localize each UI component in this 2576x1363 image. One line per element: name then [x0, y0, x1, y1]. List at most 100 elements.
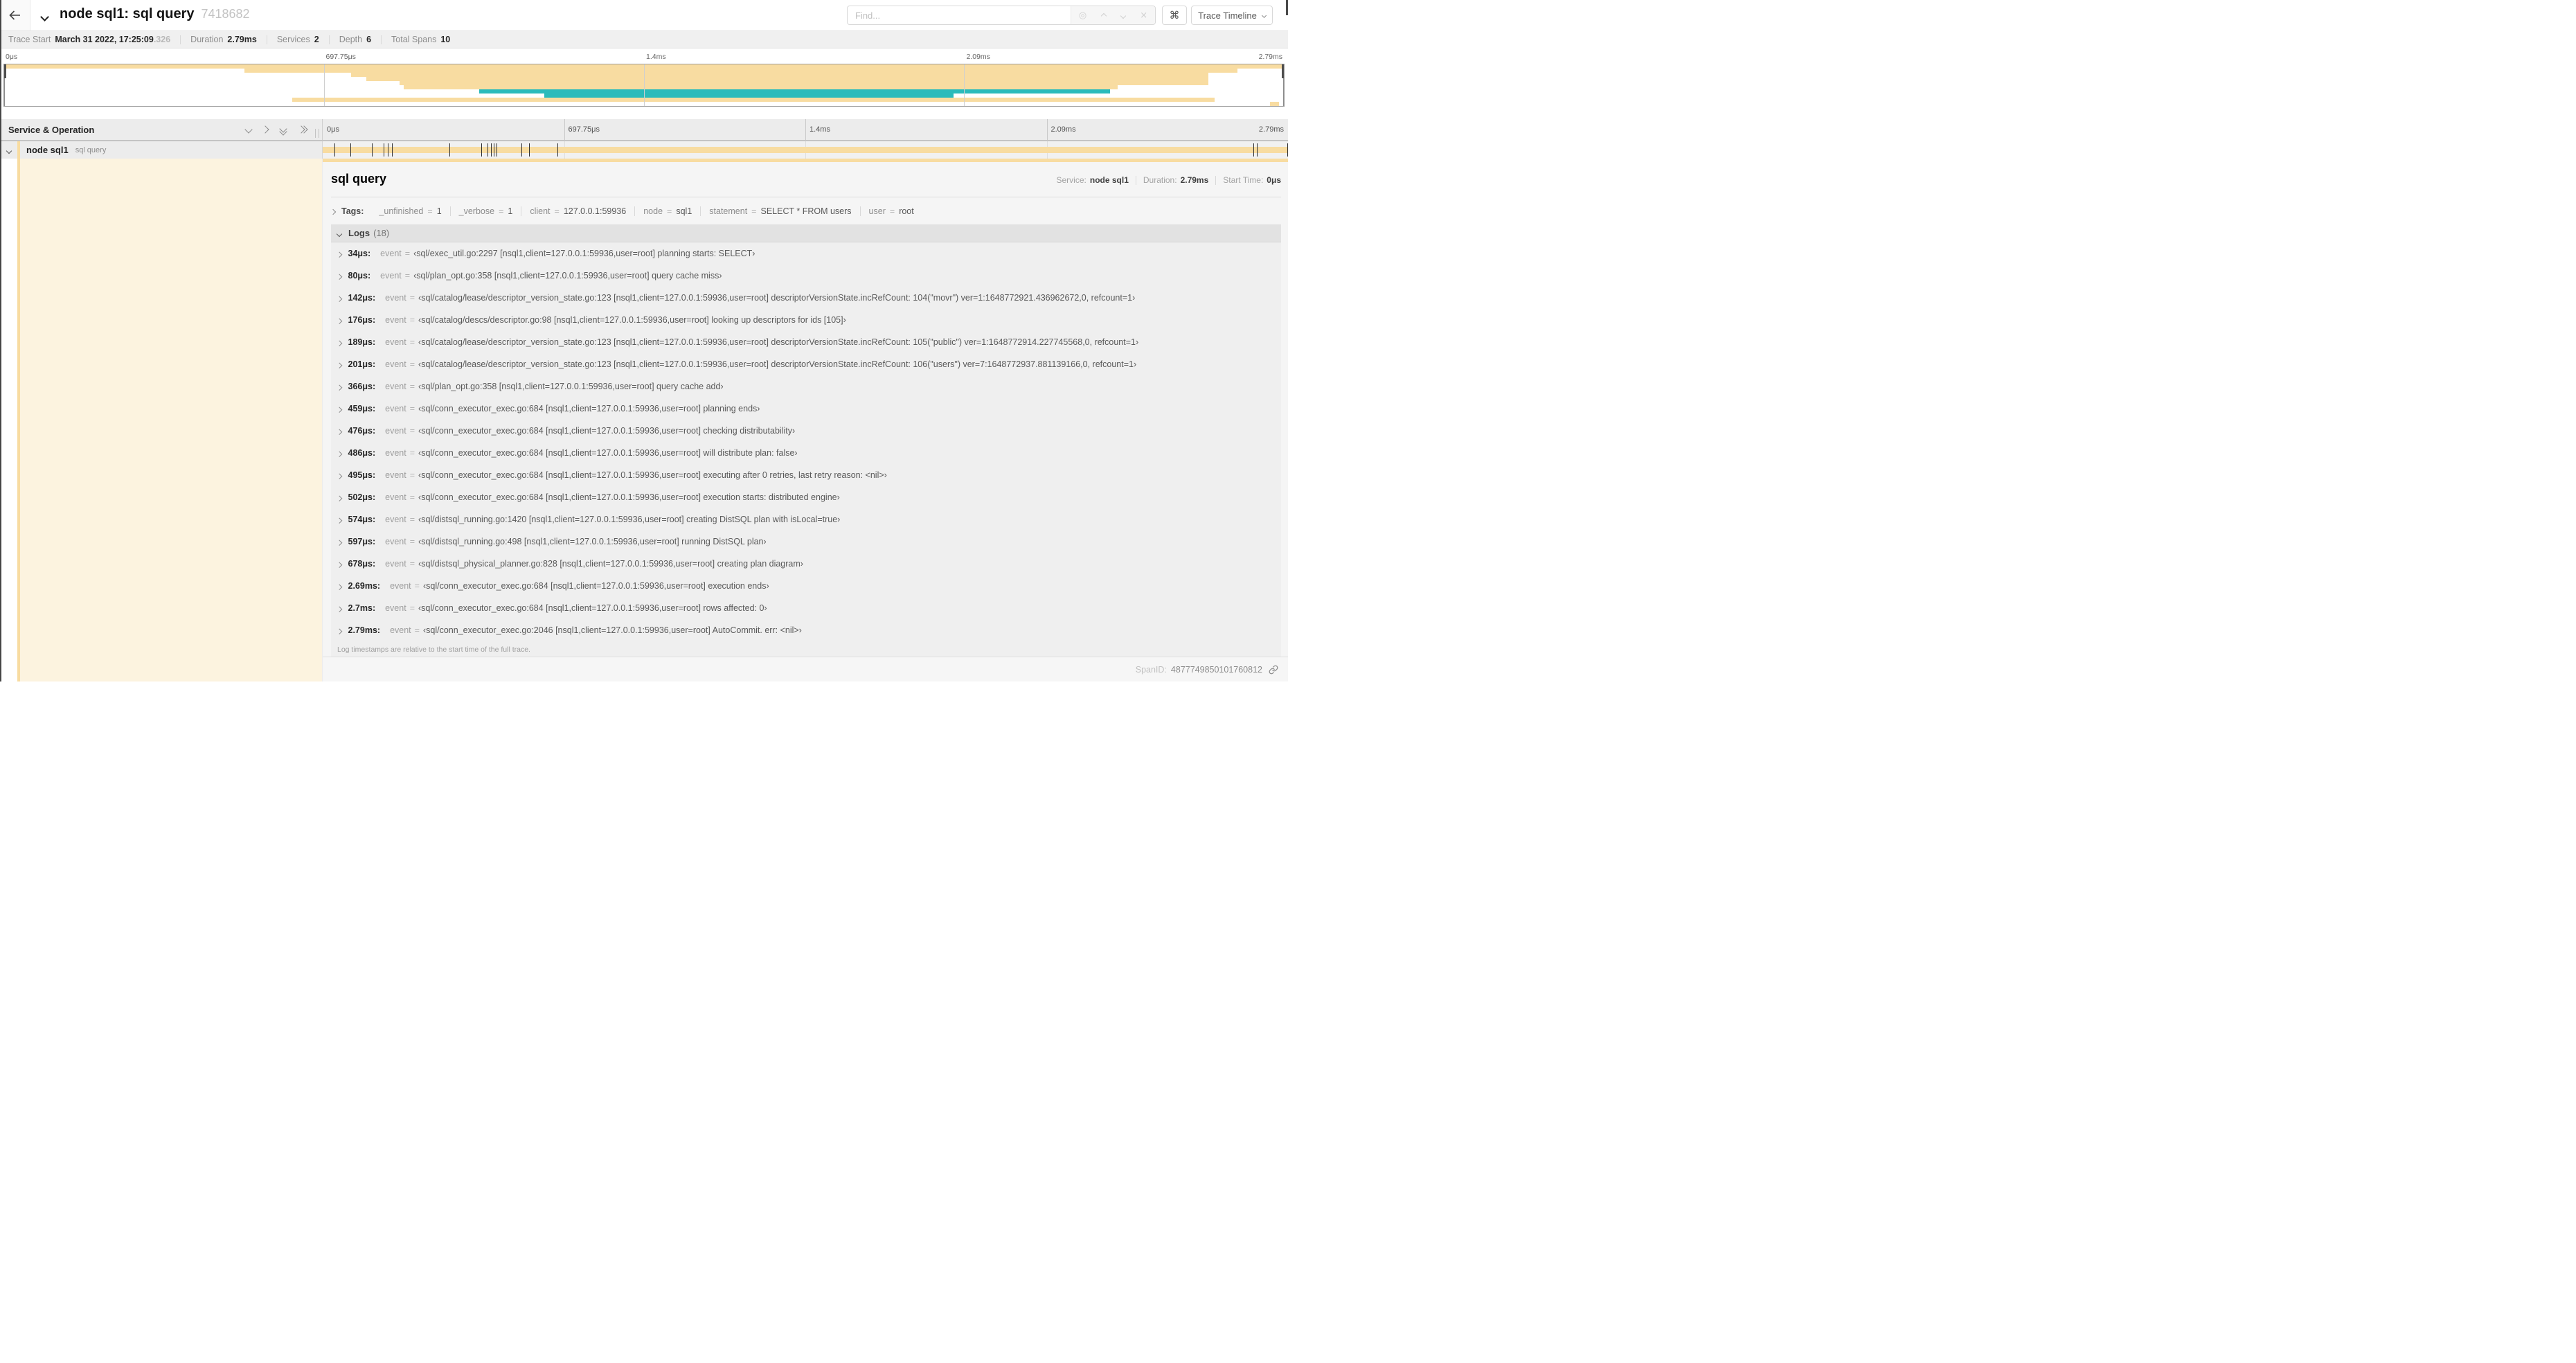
log-row[interactable]: 142μs: event = ‹sql/catalog/lease/descripto…: [331, 287, 1281, 309]
log-event-tick: [449, 143, 450, 157]
span-row-service-cell[interactable]: node sql1 sql query: [0, 141, 323, 159]
find-bar: ◎ ×: [847, 6, 1156, 25]
log-timestamp: 459μs:: [348, 404, 376, 413]
logs-accordion-header[interactable]: Logs (18): [331, 224, 1281, 242]
trace-view-selector[interactable]: Trace Timeline: [1191, 6, 1273, 25]
log-row[interactable]: 201μs: event = ‹sql/catalog/lease/descripto…: [331, 353, 1281, 375]
chevron-down-icon[interactable]: [244, 123, 253, 136]
keyboard-shortcuts-button[interactable]: ⌘: [1162, 6, 1187, 25]
divider: [328, 35, 330, 44]
stat-item: Total Spans 10: [391, 35, 450, 44]
equals-sign: =: [409, 603, 415, 613]
log-row[interactable]: 366μs: event = ‹sql/plan_opt.go:358 [nsql1,…: [331, 375, 1281, 398]
deep-link-icon[interactable]: [1269, 665, 1278, 675]
stat-label: Depth: [339, 35, 363, 44]
tag-item[interactable]: statement = SELECT * FROM users: [701, 206, 861, 216]
equals-sign: =: [414, 625, 420, 635]
equals-sign: =: [554, 206, 560, 216]
timeline-minimap[interactable]: [3, 64, 1285, 107]
equals-sign: =: [499, 206, 504, 216]
span-duration-bar[interactable]: [323, 147, 1288, 153]
prev-result-icon[interactable]: [1100, 9, 1107, 21]
tag-key: statement: [709, 206, 748, 216]
trace-collapse-chevron-icon[interactable]: [40, 11, 49, 24]
log-event-tick: [334, 143, 335, 157]
log-row[interactable]: 34μs: event = ‹sql/exec_util.go:2297 [nsql1…: [331, 242, 1281, 265]
meta-value: 0μs: [1267, 175, 1281, 185]
timeline-header-row: Service & Operation 0μs 697.75μs 1.4ms 2.09…: [0, 119, 1288, 141]
minimap-time-label: 2.09ms: [966, 53, 990, 61]
tag-key: _verbose: [458, 206, 495, 216]
log-row[interactable]: 189μs: event = ‹sql/catalog/lease/descripto…: [331, 331, 1281, 353]
log-row[interactable]: 597μs: event = ‹sql/distsql_running.go:498 …: [331, 531, 1281, 553]
log-row[interactable]: 678μs: event = ‹sql/distsql_physical_planne…: [331, 553, 1281, 575]
stat-value-fraction: .326: [153, 35, 171, 44]
log-field-key: event: [390, 581, 411, 591]
equals-sign: =: [409, 293, 415, 303]
service-operation-label: Service & Operation: [8, 124, 95, 135]
log-timestamp: 189μs:: [348, 337, 376, 347]
chevron-right-icon: [336, 359, 342, 369]
log-row[interactable]: 502μs: event = ‹sql/conn_executor_exec.go:6…: [331, 486, 1281, 508]
minimap-time-label: 2.79ms: [1258, 53, 1282, 61]
minimap-right-scrubber-handle[interactable]: [1282, 64, 1284, 78]
log-field-key: event: [390, 625, 411, 635]
window-left-edge: [0, 0, 1, 682]
span-detail-panel: sql query Service: node sql1 Duration: 2.79…: [323, 162, 1288, 682]
tag-item[interactable]: _verbose = 1: [451, 206, 522, 216]
log-row[interactable]: 574μs: event = ‹sql/distsql_running.go:1420…: [331, 508, 1281, 531]
back-button[interactable]: [0, 0, 30, 30]
log-field-key: event: [385, 515, 406, 524]
ruler-gridline: [805, 119, 806, 140]
chevron-down-icon[interactable]: [6, 144, 12, 157]
log-row[interactable]: 2.7ms: event = ‹sql/conn_executor_exec.go:6…: [331, 597, 1281, 619]
minimap-gridline: [644, 64, 645, 106]
tag-item[interactable]: _unfinished = 1: [370, 206, 451, 216]
chevron-right-icon[interactable]: [261, 123, 269, 136]
chevron-right-icon: [330, 206, 337, 216]
double-chevron-right-icon[interactable]: [297, 125, 308, 134]
log-timestamp: 34μs:: [348, 249, 371, 258]
chevron-right-icon: [336, 581, 342, 591]
log-row[interactable]: 476μs: event = ‹sql/conn_executor_exec.go:6…: [331, 420, 1281, 442]
log-row[interactable]: 2.69ms: event = ‹sql/conn_executor_exec.go:…: [331, 575, 1281, 597]
tag-item[interactable]: user = root: [861, 206, 922, 216]
chevron-right-icon: [336, 249, 342, 258]
stat-item: Trace Start March 31 2022, 17:25:09.326: [8, 35, 170, 44]
divider: [180, 35, 181, 44]
tags-label: Tags:: [341, 206, 364, 216]
chevron-right-icon: [336, 470, 342, 480]
logs-list: 34μs: event = ‹sql/exec_util.go:2297 [nsql1…: [331, 242, 1281, 659]
log-row[interactable]: 80μs: event = ‹sql/plan_opt.go:358 [nsql1,c…: [331, 265, 1281, 287]
minimap-left-scrubber-handle[interactable]: [4, 64, 6, 78]
chevron-right-icon: [336, 293, 342, 303]
log-row[interactable]: 2.79ms: event = ‹sql/conn_executor_exec.go:…: [331, 619, 1281, 641]
clear-find-icon[interactable]: ×: [1140, 11, 1147, 20]
log-field-key: event: [380, 249, 402, 258]
column-resizer-handle[interactable]: [315, 129, 319, 138]
equals-sign: =: [409, 404, 415, 413]
equals-sign: =: [409, 492, 415, 502]
log-field-value: ‹sql/conn_executor_exec.go:684 [nsql1,cl…: [422, 581, 769, 591]
tag-item[interactable]: node = sql1: [635, 206, 701, 216]
log-field-value: ‹sql/distsql_running.go:1420 [nsql1,clie…: [418, 515, 841, 524]
find-input[interactable]: [848, 6, 1071, 24]
log-row[interactable]: 495μs: event = ‹sql/conn_executor_exec.go:6…: [331, 464, 1281, 486]
log-field-key: event: [385, 382, 406, 391]
chevron-right-icon: [336, 603, 342, 613]
scrollbar-thumb[interactable]: [1286, 0, 1288, 15]
log-row[interactable]: 486μs: event = ‹sql/conn_executor_exec.go:6…: [331, 442, 1281, 464]
next-result-icon[interactable]: [1120, 9, 1126, 21]
locate-icon[interactable]: ◎: [1079, 11, 1086, 20]
double-chevron-down-icon[interactable]: [279, 125, 287, 136]
log-row[interactable]: 459μs: event = ‹sql/conn_executor_exec.go:6…: [331, 398, 1281, 420]
span-detail-row-highlight: [20, 159, 322, 682]
log-field-key: event: [385, 337, 406, 347]
span-detail-header: sql query Service: node sql1 Duration: 2.79…: [331, 172, 1281, 190]
tags-accordion[interactable]: Tags: _unfinished = 1 _verbose = 1 client = 127.…: [330, 204, 1281, 219]
log-field-key: event: [385, 492, 406, 502]
span-row-timeline-cell[interactable]: [323, 141, 1288, 159]
span-operation-title: sql query: [331, 172, 387, 186]
log-row[interactable]: 176μs: event = ‹sql/catalog/descs/descripto…: [331, 309, 1281, 331]
tag-item[interactable]: client = 127.0.0.1:59936: [521, 206, 636, 216]
